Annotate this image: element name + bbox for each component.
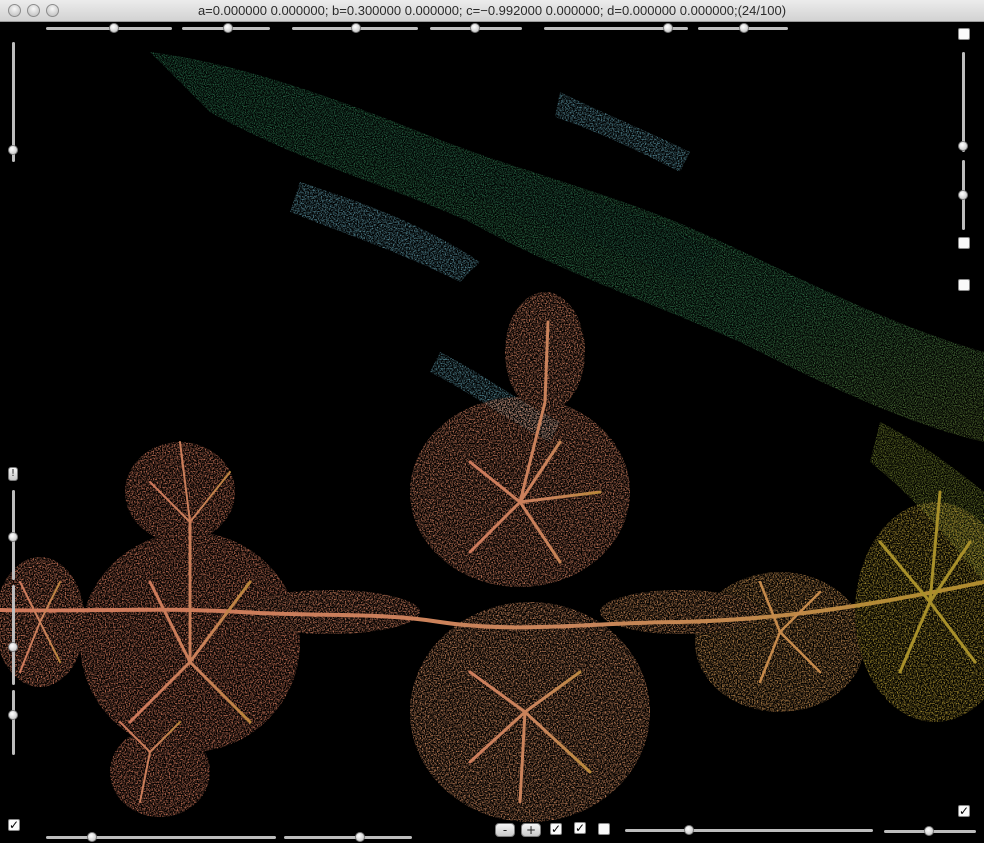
right-slider-2[interactable] — [958, 160, 968, 230]
param-slider-5[interactable] — [544, 23, 688, 33]
right-checkbox-1[interactable] — [958, 28, 970, 40]
param-slider-2[interactable] — [182, 23, 270, 33]
fractal-canvas[interactable] — [0, 22, 984, 843]
left-slider-2[interactable] — [8, 585, 18, 685]
slider-knob[interactable] — [924, 826, 935, 836]
app-window: a=0.000000 0.000000; b=0.300000 0.000000… — [0, 0, 984, 843]
slider-knob[interactable] — [738, 23, 749, 33]
window-title: a=0.000000 0.000000; b=0.300000 0.000000… — [197, 3, 787, 18]
slider-knob[interactable] — [354, 832, 365, 842]
right-checkbox-checked[interactable]: ✓ — [958, 805, 970, 817]
zoom-out-button[interactable]: - — [495, 823, 515, 837]
slider-knob[interactable] — [470, 23, 481, 33]
bottom-slider-3[interactable] — [625, 825, 873, 835]
info-button[interactable]: ! — [8, 467, 18, 481]
slider-knob[interactable] — [8, 531, 18, 542]
right-slider-1[interactable] — [958, 52, 968, 152]
bottom-checkbox-3[interactable] — [598, 823, 610, 835]
left-slider-3[interactable] — [8, 690, 18, 755]
slider-knob[interactable] — [109, 23, 120, 33]
param-slider-3[interactable] — [292, 23, 418, 33]
zoom-in-button[interactable]: + — [521, 823, 541, 837]
slider-knob[interactable] — [8, 145, 18, 155]
bottom-left-checkbox[interactable]: ✓ — [8, 819, 20, 831]
slider-knob[interactable] — [351, 23, 362, 33]
slider-knob[interactable] — [8, 642, 18, 652]
slider-knob[interactable] — [260, 832, 270, 842]
slider-knob[interactable] — [8, 709, 18, 720]
right-checkbox-3[interactable] — [958, 279, 970, 291]
param-slider-6[interactable] — [698, 23, 788, 33]
slider-knob[interactable] — [684, 825, 695, 835]
bottom-slider-4[interactable] — [884, 826, 976, 836]
bottom-slider-2[interactable] — [284, 832, 412, 842]
param-slider-4[interactable] — [430, 23, 522, 33]
slider-knob[interactable] — [222, 23, 233, 33]
bottom-checkbox-1[interactable]: ✓ — [550, 823, 562, 835]
left-slider-1[interactable] — [8, 490, 18, 580]
slider-knob[interactable] — [958, 190, 968, 200]
slider-knob[interactable] — [662, 23, 673, 33]
param-slider-1[interactable] — [46, 23, 172, 33]
bottom-checkbox-2[interactable]: ✓ — [574, 822, 586, 834]
left-slider-top[interactable] — [8, 42, 18, 162]
title-bar[interactable]: a=0.000000 0.000000; b=0.300000 0.000000… — [0, 0, 984, 22]
right-checkbox-2[interactable] — [958, 237, 970, 249]
slider-knob[interactable] — [958, 141, 968, 151]
